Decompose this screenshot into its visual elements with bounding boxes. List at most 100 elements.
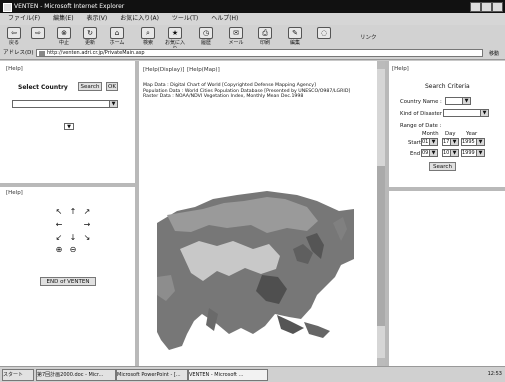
asia-map-image[interactable]: [157, 183, 354, 354]
help-map-link[interactable]: [Help(Map)]: [187, 67, 220, 73]
start-year-value: 1995: [462, 139, 475, 145]
chevron-down-icon: ▼: [450, 139, 458, 145]
search-icon: ⌕: [141, 27, 155, 39]
zoom-out-icon[interactable]: ⊖: [67, 245, 79, 255]
forward-icon: ⇨: [31, 27, 45, 39]
discuss-button[interactable]: ◌: [314, 27, 334, 47]
search-criteria-title: Search Criteria: [425, 83, 470, 90]
address-bar: アドレス(D) http://venten.adri.cr.jp/Private…: [0, 48, 505, 60]
menu-favorites[interactable]: お気に入り(A): [120, 15, 159, 22]
print-icon: ⎙: [258, 27, 272, 39]
refresh-button[interactable]: ↻ 更新: [80, 27, 100, 47]
right-frame-border[interactable]: [385, 61, 389, 366]
menu-file[interactable]: ファイル(F): [8, 15, 40, 22]
start-button[interactable]: スタート: [2, 369, 34, 381]
start-month-select[interactable]: 01 ▼: [421, 138, 438, 146]
country-select[interactable]: ▼: [12, 100, 118, 108]
favorites-icon: ★: [168, 27, 182, 39]
data-source-info: Map Data : Digital Chart of World [Copyr…: [143, 83, 378, 100]
menu-bar: ファイル(F) 編集(E) 表示(V) お気に入り(A) ツール(T) ヘルプ(…: [0, 13, 505, 25]
southeast-icon[interactable]: ↘: [81, 233, 93, 243]
menu-help[interactable]: ヘルプ(H): [211, 15, 238, 22]
discuss-icon: ◌: [317, 27, 331, 39]
northwest-icon[interactable]: ↖: [53, 207, 65, 217]
scroll-thumb[interactable]: [377, 166, 385, 326]
forward-button[interactable]: ⇨: [28, 27, 48, 47]
refresh-label: 更新: [84, 40, 95, 46]
maximize-button[interactable]: [481, 2, 492, 12]
small-select[interactable]: ▼: [64, 123, 74, 130]
north-icon[interactable]: ↑: [67, 207, 79, 217]
print-button[interactable]: ⎙ 印刷: [255, 27, 275, 47]
stop-icon: ⊗: [57, 27, 71, 39]
country-search-button[interactable]: Search: [78, 82, 102, 91]
end-venten-button[interactable]: END of VENTEN: [40, 277, 96, 286]
search-button[interactable]: ⌕ 検索: [138, 27, 158, 47]
criteria-search-button[interactable]: Search: [429, 162, 456, 171]
south-icon[interactable]: ↓: [67, 233, 79, 243]
taskbar: スタート 第7回計画2000.doc - Micr... Microsoft P…: [0, 366, 505, 382]
close-button[interactable]: [492, 2, 503, 12]
start-year-select[interactable]: 1995 ▼: [461, 138, 485, 146]
address-label: アドレス(D): [3, 50, 34, 56]
country-ok-button[interactable]: OK: [106, 82, 118, 91]
start-day-select[interactable]: 17 ▼: [442, 138, 459, 146]
end-day-select[interactable]: 10 ▼: [442, 149, 459, 157]
ie-icon: [3, 3, 12, 12]
window-title: VENTEN - Microsoft Internet Explorer: [14, 3, 125, 10]
stop-label: 中止: [58, 40, 69, 46]
edit-button[interactable]: ✎ 編集: [285, 27, 305, 47]
left-frame-border[interactable]: [135, 61, 139, 366]
back-button[interactable]: ⇦ 戻る: [4, 27, 24, 47]
links-label[interactable]: リンク: [360, 33, 377, 41]
history-label: 履歴: [200, 40, 211, 46]
chevron-down-icon: ▼: [476, 150, 484, 156]
zoom-in-icon[interactable]: ⊕: [53, 245, 65, 255]
direction-pad: ↖ ↑ ↗ ← → ↙ ↓ ↘ ⊕ ⊖: [53, 207, 97, 257]
stop-button[interactable]: ⊗ 中止: [54, 27, 74, 47]
southwest-icon[interactable]: ↙: [53, 233, 65, 243]
end-year-select[interactable]: 1999 ▼: [461, 149, 485, 157]
favorites-button[interactable]: ★お気に入り: [165, 27, 185, 52]
northeast-icon[interactable]: ↗: [81, 207, 93, 217]
go-button[interactable]: 移動: [489, 49, 499, 60]
end-year-value: 1999: [462, 150, 475, 156]
end-month-select[interactable]: 09 ▼: [421, 149, 438, 157]
country-name-label: Country Name :: [400, 99, 442, 105]
mail-icon: ✉: [229, 27, 243, 39]
scroll-down-button[interactable]: [377, 358, 385, 366]
left-help-link-2[interactable]: [Help]: [6, 190, 23, 196]
east-icon[interactable]: →: [81, 220, 93, 230]
search-label: 検索: [142, 40, 153, 46]
browser-window: VENTEN - Microsoft Internet Explorer ファイ…: [0, 0, 505, 382]
end-day-value: 10: [443, 150, 450, 156]
taskbar-item-powerpoint[interactable]: Microsoft PowerPoint - [...: [116, 369, 188, 381]
select-country-label: Select Country: [18, 84, 68, 91]
taskbar-item-venten[interactable]: VENTEN - Microsoft ...: [188, 369, 268, 381]
chevron-down-icon: ▼: [109, 101, 117, 107]
chevron-down-icon: ▼: [450, 150, 458, 156]
search-criteria-panel: [Help] Search Criteria Country Name : ▼ …: [392, 66, 505, 186]
left-help-link[interactable]: [Help]: [6, 66, 132, 72]
right-help-link[interactable]: [Help]: [392, 66, 505, 72]
home-button[interactable]: ⌂ ホーム: [107, 27, 127, 47]
west-icon[interactable]: ←: [53, 220, 65, 230]
address-input[interactable]: http://venten.adri.cr.jp/PrivateMain.asp: [36, 49, 483, 57]
country-name-select[interactable]: ▼: [445, 97, 471, 105]
end-label: End: [410, 151, 421, 157]
menu-tools[interactable]: ツール(T): [172, 15, 198, 22]
menu-edit[interactable]: 編集(E): [53, 15, 73, 22]
right-horizontal-border[interactable]: [389, 187, 505, 191]
minimize-button[interactable]: [470, 2, 481, 12]
scroll-up-button[interactable]: [377, 61, 385, 69]
taskbar-item-word[interactable]: 第7回計画2000.doc - Micr...: [36, 369, 116, 381]
menu-view[interactable]: 表示(V): [86, 15, 107, 22]
left-horizontal-border[interactable]: [0, 183, 135, 187]
toolbar: ⇦戻る ⇨ ⊗中止 ↻更新 ⌂ホーム ⌕検索 ★お気に入り ◷履歴 ✉メール ⎙…: [0, 25, 505, 52]
history-button[interactable]: ◷ 履歴: [196, 27, 216, 47]
help-display-link[interactable]: [Help(Display)]: [143, 67, 184, 73]
disaster-select[interactable]: ▼: [443, 109, 489, 117]
end-month-value: 09: [422, 150, 429, 156]
chevron-down-icon: ▼: [462, 98, 470, 104]
mail-button[interactable]: ✉ メール: [226, 27, 246, 47]
